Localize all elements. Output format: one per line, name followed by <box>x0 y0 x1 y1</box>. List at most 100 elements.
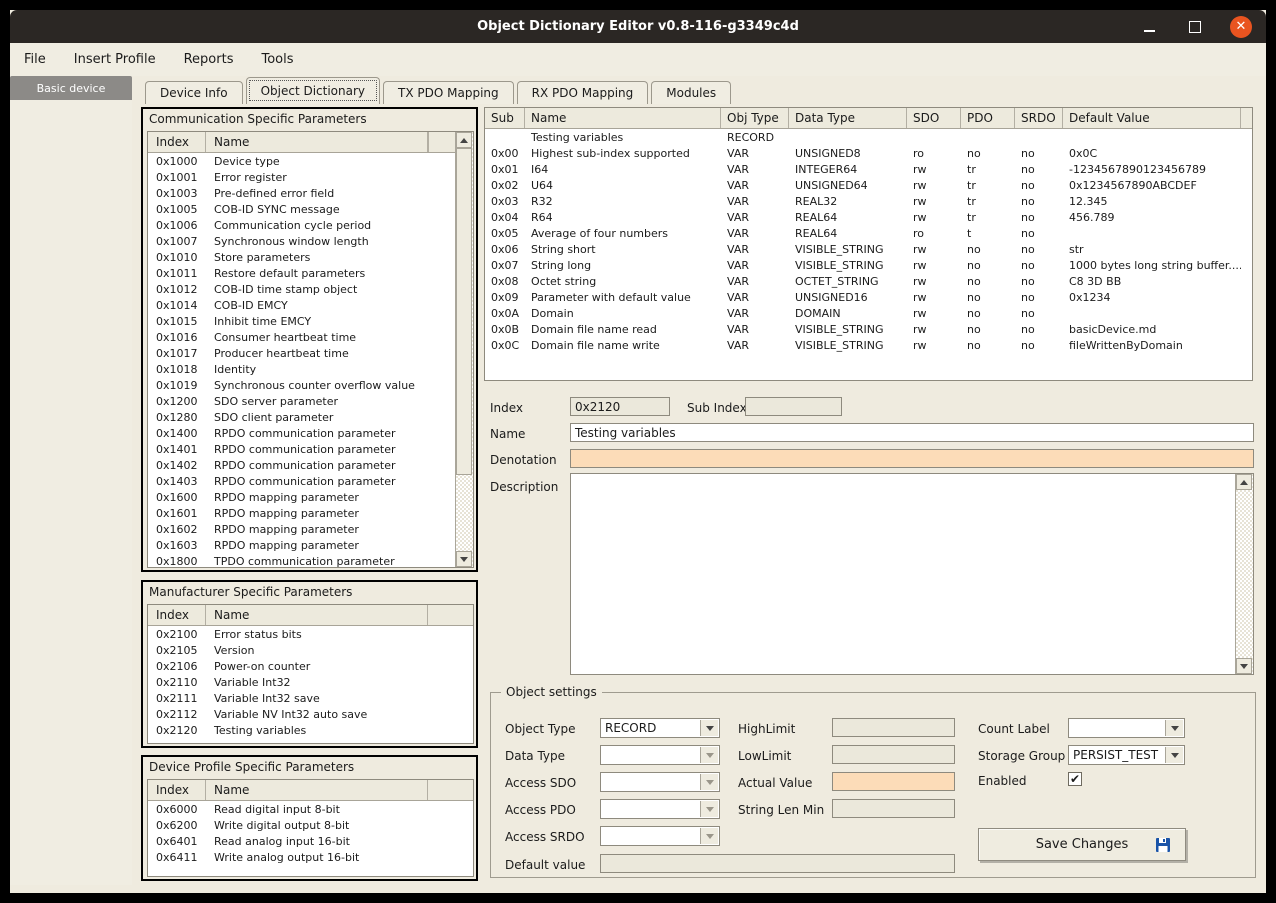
column-header-obj-type[interactable]: Obj Type <box>721 108 789 128</box>
table-row[interactable]: 0x07String long VARVISIBLE_STRING rwno n… <box>485 257 1252 273</box>
list-item[interactable]: 0x1003Pre-defined error field <box>148 185 458 201</box>
list-item[interactable]: 0x1011Restore default parameters <box>148 265 458 281</box>
table-row[interactable]: 0x0ADomain VARDOMAIN rwno no <box>485 305 1252 321</box>
tab-rx-pdo-mapping[interactable]: RX PDO Mapping <box>517 81 649 104</box>
list-item[interactable]: 0x2106Power-on counter <box>148 658 473 674</box>
table-row[interactable]: Testing variables RECORD <box>485 129 1252 145</box>
list-item[interactable]: 0x1401RPDO communication parameter <box>148 441 458 457</box>
list-item[interactable]: 0x1800TPDO communication parameter <box>148 553 458 568</box>
table-row[interactable]: 0x08Octet string VAROCTET_STRING rwno no… <box>485 273 1252 289</box>
list-item[interactable]: 0x1403RPDO communication parameter <box>148 473 458 489</box>
column-header-index[interactable]: Index <box>148 780 206 800</box>
tab-modules[interactable]: Modules <box>651 81 731 104</box>
list-item[interactable]: 0x2105Version <box>148 642 473 658</box>
menu-file[interactable]: File <box>10 46 60 73</box>
table-row[interactable]: 0x01I64 VARINTEGER64 rwtr no-12345678901… <box>485 161 1252 177</box>
close-button[interactable]: ✕ <box>1230 16 1252 38</box>
scroll-down-icon[interactable] <box>1236 658 1252 674</box>
list-item[interactable]: 0x1017Producer heartbeat time <box>148 345 458 361</box>
table-row[interactable]: 0x0CDomain file name write VARVISIBLE_ST… <box>485 337 1252 353</box>
list-item[interactable]: 0x1016Consumer heartbeat time <box>148 329 458 345</box>
table-row[interactable]: 0x00Highest sub-index supported VARUNSIG… <box>485 145 1252 161</box>
list-item[interactable]: 0x1019Synchronous counter overflow value <box>148 377 458 393</box>
list-item[interactable]: 0x1007Synchronous window length <box>148 233 458 249</box>
list-item[interactable]: 0x1603RPDO mapping parameter <box>148 537 458 553</box>
list-item[interactable]: 0x6411Write analog output 16-bit <box>148 849 473 865</box>
list-item[interactable]: 0x1010Store parameters <box>148 249 458 265</box>
chevron-down-icon <box>700 747 718 763</box>
list-item[interactable]: 0x6200Write digital output 8-bit <box>148 817 473 833</box>
name-field[interactable]: Testing variables <box>570 423 1254 442</box>
comm-params-scrollbar[interactable] <box>455 132 473 567</box>
table-row[interactable]: 0x06String short VARVISIBLE_STRING rwno … <box>485 241 1252 257</box>
list-item[interactable]: 0x1018Identity <box>148 361 458 377</box>
list-item[interactable]: 0x1601RPDO mapping parameter <box>148 505 458 521</box>
scrollbar-thumb[interactable] <box>456 148 472 475</box>
column-header-name[interactable]: Name <box>525 108 721 128</box>
description-field[interactable] <box>570 473 1254 675</box>
list-item[interactable]: 0x1012COB-ID time stamp object <box>148 281 458 297</box>
list-item[interactable]: 0x1006Communication cycle period <box>148 217 458 233</box>
list-item[interactable]: 0x1014COB-ID EMCY <box>148 297 458 313</box>
list-item[interactable]: 0x2100Error status bits <box>148 626 473 642</box>
list-item[interactable]: 0x1400RPDO communication parameter <box>148 425 458 441</box>
list-item[interactable]: 0x1402RPDO communication parameter <box>148 457 458 473</box>
list-item[interactable]: 0x1200SDO server parameter <box>148 393 458 409</box>
table-row[interactable]: 0x09Parameter with default value VARUNSI… <box>485 289 1252 305</box>
table-row[interactable]: 0x05Average of four numbers VARREAL64 ro… <box>485 225 1252 241</box>
index-label: Index <box>490 401 523 415</box>
minimize-button[interactable] <box>1138 16 1160 38</box>
object-entries-table: Sub Name Obj Type Data Type SDO PDO SRDO… <box>484 107 1253 381</box>
list-item[interactable]: 0x1015Inhibit time EMCY <box>148 313 458 329</box>
column-header-name[interactable]: Name <box>206 780 428 800</box>
column-header-pdo[interactable]: PDO <box>961 108 1015 128</box>
scroll-down-icon[interactable] <box>456 551 472 567</box>
tab-device-info[interactable]: Device Info <box>145 81 243 104</box>
maximize-button[interactable] <box>1184 16 1206 38</box>
list-item[interactable]: 0x1001Error register <box>148 169 458 185</box>
scroll-up-icon[interactable] <box>456 132 472 148</box>
save-changes-button[interactable]: Save Changes <box>978 828 1186 861</box>
column-header-srdo[interactable]: SRDO <box>1015 108 1063 128</box>
column-header-sub[interactable]: Sub <box>485 108 525 128</box>
count-label-combobox[interactable] <box>1068 718 1185 738</box>
list-item[interactable]: 0x2110Variable Int32 <box>148 674 473 690</box>
scroll-up-icon[interactable] <box>1236 474 1252 490</box>
table-row[interactable]: 0x02U64 VARUNSIGNED64 rwtr no0x123456789… <box>485 177 1252 193</box>
enabled-checkbox[interactable]: ✔ <box>1068 772 1082 786</box>
list-item[interactable]: 0x2112Variable NV Int32 auto save <box>148 706 473 722</box>
column-header-name[interactable]: Name <box>206 132 428 152</box>
list-item[interactable]: 0x6000Read digital input 8-bit <box>148 801 473 817</box>
menu-reports[interactable]: Reports <box>170 46 248 73</box>
column-header-default-value[interactable]: Default Value <box>1063 108 1241 128</box>
list-item[interactable]: 0x1280SDO client parameter <box>148 409 458 425</box>
chevron-down-icon[interactable] <box>1165 747 1183 763</box>
chevron-down-icon[interactable] <box>700 720 718 736</box>
list-item[interactable]: 0x2120Testing variables <box>148 722 473 738</box>
menu-insert-profile[interactable]: Insert Profile <box>60 46 170 73</box>
denotation-field[interactable] <box>570 449 1254 468</box>
tab-object-dictionary[interactable]: Object Dictionary <box>246 77 380 104</box>
table-row[interactable]: 0x0BDomain file name read VARVISIBLE_STR… <box>485 321 1252 337</box>
list-item[interactable]: 0x2111Variable Int32 save <box>148 690 473 706</box>
table-row[interactable]: 0x03R32 VARREAL32 rwtr no12.345 <box>485 193 1252 209</box>
table-row[interactable]: 0x04R64 VARREAL64 rwtr no456.789 <box>485 209 1252 225</box>
chevron-down-icon[interactable] <box>1165 720 1183 736</box>
description-scrollbar[interactable] <box>1235 474 1253 674</box>
list-item[interactable]: 0x1005COB-ID SYNC message <box>148 201 458 217</box>
list-item[interactable]: 0x1000Device type <box>148 153 458 169</box>
sidebar-item-basic-device[interactable]: Basic device <box>10 76 132 100</box>
list-item[interactable]: 0x1600RPDO mapping parameter <box>148 489 458 505</box>
object-type-combobox[interactable]: RECORD <box>600 718 720 738</box>
column-header-sdo[interactable]: SDO <box>907 108 961 128</box>
list-item[interactable]: 0x6401Read analog input 16-bit <box>148 833 473 849</box>
column-header-name[interactable]: Name <box>206 605 428 625</box>
actual-value-field[interactable] <box>832 772 955 791</box>
list-item[interactable]: 0x1602RPDO mapping parameter <box>148 521 458 537</box>
menu-tools[interactable]: Tools <box>247 46 307 73</box>
storage-group-combobox[interactable]: PERSIST_TEST <box>1068 745 1185 765</box>
column-header-data-type[interactable]: Data Type <box>789 108 907 128</box>
tab-tx-pdo-mapping[interactable]: TX PDO Mapping <box>383 81 514 104</box>
column-header-index[interactable]: Index <box>148 132 206 152</box>
column-header-index[interactable]: Index <box>148 605 206 625</box>
